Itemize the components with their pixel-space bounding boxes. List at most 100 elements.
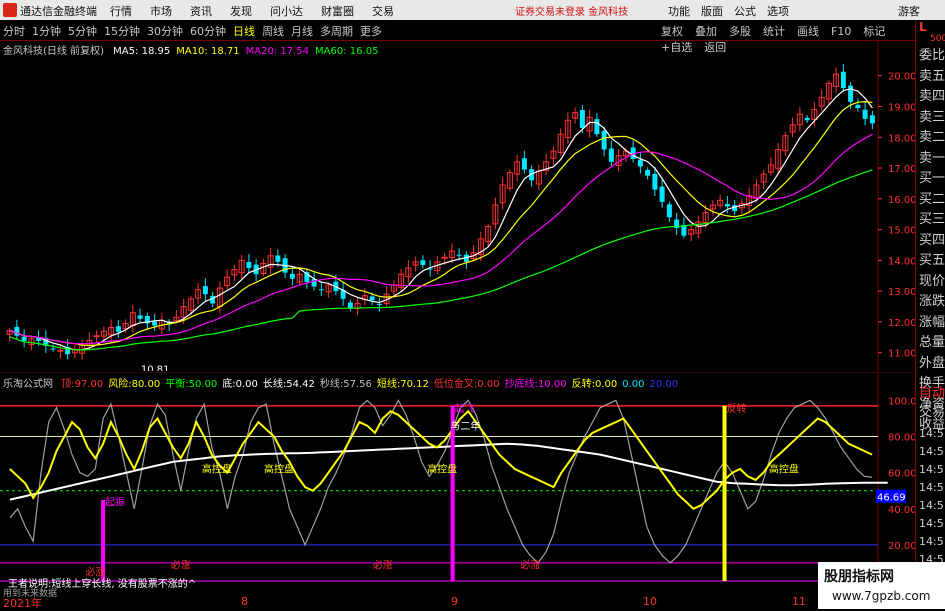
period-tab[interactable]: 更多 xyxy=(360,25,382,38)
x-tick-label: 9 xyxy=(451,595,458,608)
menu-item-discover[interactable]: 发现 xyxy=(230,5,252,18)
x-tick-label: 10 xyxy=(643,595,657,608)
candle-body[interactable] xyxy=(21,336,27,341)
candle-body[interactable] xyxy=(318,289,324,291)
menu-item-layout[interactable]: 版面 xyxy=(701,5,723,18)
toolbar-button[interactable]: 复权 xyxy=(661,25,683,38)
guest-label[interactable]: 游客 xyxy=(898,3,920,19)
indicator-legend-value: 0.00 xyxy=(477,379,500,390)
menu-item-ask[interactable]: 问小达 xyxy=(270,5,303,18)
kline-chart[interactable]: 20.00 19.00 18.00 17.00 16.00 15.00 14.00 13.00… xyxy=(0,40,917,376)
quote-field-label: 卖三 xyxy=(919,109,945,125)
menu-item-wealth[interactable]: 财富圈 xyxy=(321,5,354,18)
period-tab[interactable]: 日线 xyxy=(233,25,255,38)
candle-body[interactable] xyxy=(840,71,846,89)
candle-body[interactable] xyxy=(848,85,854,102)
candle-body[interactable] xyxy=(275,255,281,262)
quote-field-label: 买四 xyxy=(919,232,945,248)
zone-label: 高控盘 xyxy=(769,463,799,476)
indicator-legend-name: 秒线: xyxy=(319,379,344,390)
second-line xyxy=(9,399,873,564)
tick-time: 14:5 xyxy=(919,499,944,512)
candle-body[interactable] xyxy=(369,296,375,301)
price-tick-label: 19.00 xyxy=(888,102,915,113)
candle-body[interactable] xyxy=(456,254,462,256)
menu-item-market[interactable]: 市场 xyxy=(150,5,172,18)
candle-body[interactable] xyxy=(659,186,665,202)
price-tick-label: 16.00 xyxy=(888,195,915,206)
candle-body[interactable] xyxy=(855,104,861,109)
indicator-legend-item: 风险:80.00 xyxy=(108,379,160,390)
period-tab[interactable]: 60分钟 xyxy=(190,25,226,38)
candle-body[interactable] xyxy=(289,273,295,279)
sidebar-bottom-label[interactable]: 自动 xyxy=(919,384,945,404)
sidebar-bottom-label[interactable]: 交易 xyxy=(919,403,945,423)
menu-item-options[interactable]: 选项 xyxy=(767,5,789,18)
candle-body[interactable] xyxy=(594,119,600,135)
kline-panel[interactable]: 20.00 19.00 18.00 17.00 16.00 15.00 14.00 13.00… xyxy=(0,40,917,376)
indicator-panel[interactable]: 100.00 80.00 60.00 40.00 20.00 起振 起飞 反转高控盘 高控盘 高控… xyxy=(0,371,923,599)
period-tab[interactable]: 周线 xyxy=(262,25,284,38)
candle-body[interactable] xyxy=(608,148,614,162)
ma10-line xyxy=(9,100,873,347)
candle-body[interactable] xyxy=(246,261,252,269)
candle-body[interactable] xyxy=(652,173,658,190)
candle-body[interactable] xyxy=(724,203,730,207)
toolbar-button[interactable]: F10 xyxy=(831,25,851,38)
price-tick-label: 18.00 xyxy=(888,133,915,144)
menu-item-function[interactable]: 功能 xyxy=(668,5,690,18)
period-tab[interactable]: 月线 xyxy=(291,25,313,38)
candle-body[interactable] xyxy=(601,130,607,150)
ma5-line xyxy=(9,88,873,351)
candle-body[interactable] xyxy=(645,169,651,176)
candle-body[interactable] xyxy=(869,115,875,124)
login-status: 证券交易未登录 金风科技 xyxy=(515,7,629,18)
candle-body[interactable] xyxy=(804,117,810,121)
quote-field-label: 委比 xyxy=(919,48,945,63)
candle-body[interactable] xyxy=(93,335,100,338)
period-tab[interactable]: 15分钟 xyxy=(104,25,140,38)
period-tab[interactable]: 5分钟 xyxy=(68,25,97,38)
period-tab[interactable]: 多周期 xyxy=(320,25,353,38)
candle-body[interactable] xyxy=(579,110,585,129)
indicator-legend-item: 短线:70.12 xyxy=(377,379,429,390)
level-label: L xyxy=(919,20,927,34)
indicator-chart[interactable]: 100.00 80.00 60.00 40.00 20.00 起振 起飞 反转高控盘 高控盘 高控… xyxy=(0,371,923,594)
app-logo-icon xyxy=(3,3,17,17)
menu-item-news[interactable]: 资讯 xyxy=(190,5,212,18)
candle-body[interactable] xyxy=(420,260,426,265)
candle-body[interactable] xyxy=(347,302,353,309)
price-tick-label: 13.00 xyxy=(888,287,915,298)
tick-time: 14:5 xyxy=(919,481,944,494)
toolbar-button[interactable]: 画线 xyxy=(797,25,819,38)
candle-body[interactable] xyxy=(376,303,382,305)
menu-item-formula[interactable]: 公式 xyxy=(734,5,756,18)
candle-body[interactable] xyxy=(137,315,143,319)
period-tab[interactable]: 分时 xyxy=(3,25,25,38)
toolbar-button[interactable]: 统计 xyxy=(763,25,785,38)
ma-legend-value: 16.05 xyxy=(349,46,379,57)
period-tab[interactable]: 30分钟 xyxy=(147,25,183,38)
current-value-label: 46.69 xyxy=(877,493,906,504)
candle-body[interactable] xyxy=(115,326,121,332)
candle-body[interactable] xyxy=(14,326,20,336)
candle-body[interactable] xyxy=(152,321,158,326)
candle-body[interactable] xyxy=(202,286,208,295)
indicator-legend-item: 反转:0.00 xyxy=(572,379,618,390)
toolbar-button[interactable]: 多股 xyxy=(729,25,751,38)
candle-body[interactable] xyxy=(441,256,448,259)
menu-item-trade[interactable]: 交易 xyxy=(372,5,394,18)
app-title: 通达信金融终端 xyxy=(20,5,97,18)
indicator-tick-label: 100.00 xyxy=(888,396,915,407)
kline-legend: 金风科技(日线 前复权) MA5: 18.95 MA10: 18.71 MA20: … xyxy=(3,42,378,57)
candle-body[interactable] xyxy=(637,159,643,167)
candle-body[interactable] xyxy=(521,158,527,170)
candle-body[interactable] xyxy=(50,348,56,350)
candle-body[interactable] xyxy=(862,109,868,119)
period-tab[interactable]: 1分钟 xyxy=(32,25,61,38)
indicator-legend-value: 57.56 xyxy=(343,379,372,390)
candle-body[interactable] xyxy=(666,204,672,218)
toolbar-button[interactable]: 标记 xyxy=(863,25,885,38)
toolbar-button[interactable]: 叠加 xyxy=(695,25,717,38)
menu-item-quotes[interactable]: 行情 xyxy=(110,5,132,18)
